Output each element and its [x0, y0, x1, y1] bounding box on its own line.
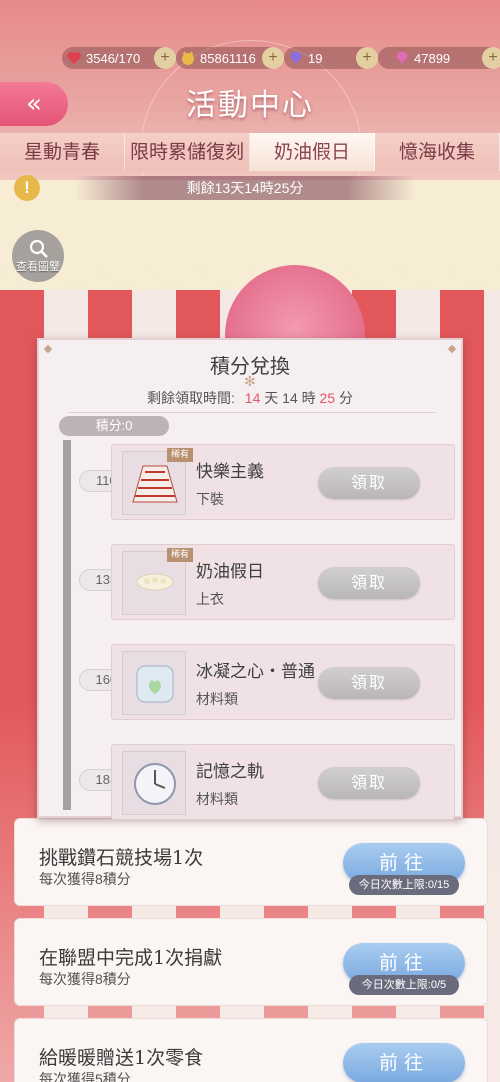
points-exchange-dialog: 積分兌換 ✻ 剩餘領取時間: 14 天 14 時 25 分 積分:0 1100 … — [37, 338, 463, 820]
daily-limit: 今日次數上限:0/15 — [349, 875, 459, 895]
tab-limited-recharge[interactable]: 限時累儲復刻 — [125, 133, 250, 171]
resource-bar: 3546/170 + 85861116 + 19 + 47899 + — [62, 47, 500, 69]
tab-bar: 星動青春 限時累儲復刻 奶油假日 憶海收集 — [0, 133, 500, 171]
cat-coin-icon — [182, 51, 194, 65]
clock-icon — [134, 763, 176, 805]
task-item: 挑戰鑽石競技場1次 每次獲得8積分 前往 今日次數上限:0/15 — [14, 818, 488, 906]
info-alert-icon[interactable]: ! — [14, 175, 40, 201]
progress-track — [63, 440, 71, 810]
reward-row: 稀有 快樂主義 下裝 領取 — [111, 444, 455, 520]
ice-crystal-icon — [136, 665, 174, 703]
tab-cream-holiday[interactable]: 奶油假日 — [250, 133, 375, 171]
reward-row: 稀有 奶油假日 上衣 領取 — [111, 544, 455, 620]
search-icon — [29, 239, 48, 258]
rare-tag: 稀有 — [167, 548, 193, 562]
day-unit: 天 — [264, 390, 279, 406]
reward-type: 材料類 — [196, 791, 238, 807]
task-title: 挑戰鑽石競技場1次 — [39, 847, 204, 869]
task-subtitle: 每次獲得8積分 — [39, 871, 131, 887]
resource-diamonds: 19 + — [284, 47, 378, 69]
task-title: 給暖暖贈送1次零食 — [39, 1047, 204, 1069]
task-subtitle: 每次獲得8積分 — [39, 971, 131, 987]
claim-button[interactable]: 領取 — [318, 567, 420, 599]
reward-type: 下裝 — [196, 491, 224, 507]
reward-row: 冰凝之心・普通 材料類 領取 — [111, 644, 455, 720]
hour-unit: 時 — [301, 390, 316, 406]
resource-value: 85861116 — [200, 50, 256, 66]
reward-image-skirt: 稀有 — [122, 448, 193, 515]
reward-image-frozen-heart — [122, 651, 186, 715]
resource-coins: 85861116 + — [176, 47, 284, 69]
view-gallery-label: 查看圖鑒 — [16, 261, 60, 273]
gem-icon — [396, 52, 408, 64]
reward-row: 記憶之軌 材料類 領取 — [111, 744, 455, 820]
task-title: 在聯盟中完成1次捐獻 — [39, 947, 223, 969]
remaining-hours: 14 — [282, 390, 298, 406]
resource-value: 3546/170 — [86, 50, 141, 66]
divider — [69, 412, 435, 413]
resource-gems: 47899 + — [378, 47, 500, 69]
remaining-label: 剩餘領取時間: — [147, 390, 235, 406]
resource-value: 19 — [308, 50, 323, 66]
daily-limit: 今日次數上限:0/5 — [349, 975, 459, 995]
reward-image-memory-track — [122, 751, 186, 815]
resource-stamina: 3546/170 + — [62, 47, 176, 69]
task-item: 在聯盟中完成1次捐獻 每次獲得8積分 前往 今日次數上限:0/5 — [14, 918, 488, 1006]
reward-name: 奶油假日 — [196, 562, 264, 582]
tab-memory-sea[interactable]: 憶海收集 — [375, 133, 500, 171]
remaining-minutes: 25 — [319, 390, 336, 406]
reward-name: 快樂主義 — [196, 462, 264, 482]
rare-tag: 稀有 — [167, 448, 193, 462]
event-countdown: 剩餘13天14時25分 — [75, 176, 415, 200]
reward-type: 上衣 — [196, 591, 224, 607]
minute-unit: 分 — [338, 390, 353, 406]
resource-value: 47899 — [414, 50, 451, 66]
score-badge: 積分:0 — [59, 416, 169, 436]
remaining-time: 剩餘領取時間: 14 天 14 時 25 分 — [39, 388, 461, 408]
claim-button[interactable]: 領取 — [318, 767, 420, 799]
add-stamina-button[interactable]: + — [154, 47, 176, 69]
claim-button[interactable]: 領取 — [318, 467, 420, 499]
reward-image-top: 稀有 — [122, 548, 193, 615]
view-gallery-button[interactable]: 查看圖鑒 — [12, 230, 64, 282]
task-subtitle: 每次獲得5積分 — [39, 1071, 131, 1082]
go-button[interactable]: 前往 — [343, 1043, 465, 1082]
add-coins-button[interactable]: + — [262, 47, 284, 69]
task-item: 給暖暖贈送1次零食 每次獲得5積分 前往 — [14, 1018, 488, 1082]
reward-type: 材料類 — [196, 691, 238, 707]
remaining-days: 14 — [244, 390, 261, 406]
add-diamonds-button[interactable]: + — [356, 47, 378, 69]
reward-name: 冰凝之心・普通 — [196, 662, 315, 682]
heart-icon — [67, 52, 81, 64]
reward-name: 記憶之軌 — [196, 762, 264, 782]
tab-star-youth[interactable]: 星動青春 — [0, 133, 125, 171]
add-gems-button[interactable]: + — [482, 47, 500, 69]
page-title: 活動中心 — [186, 88, 314, 123]
diamond-icon — [290, 52, 302, 64]
claim-button[interactable]: 領取 — [318, 667, 420, 699]
